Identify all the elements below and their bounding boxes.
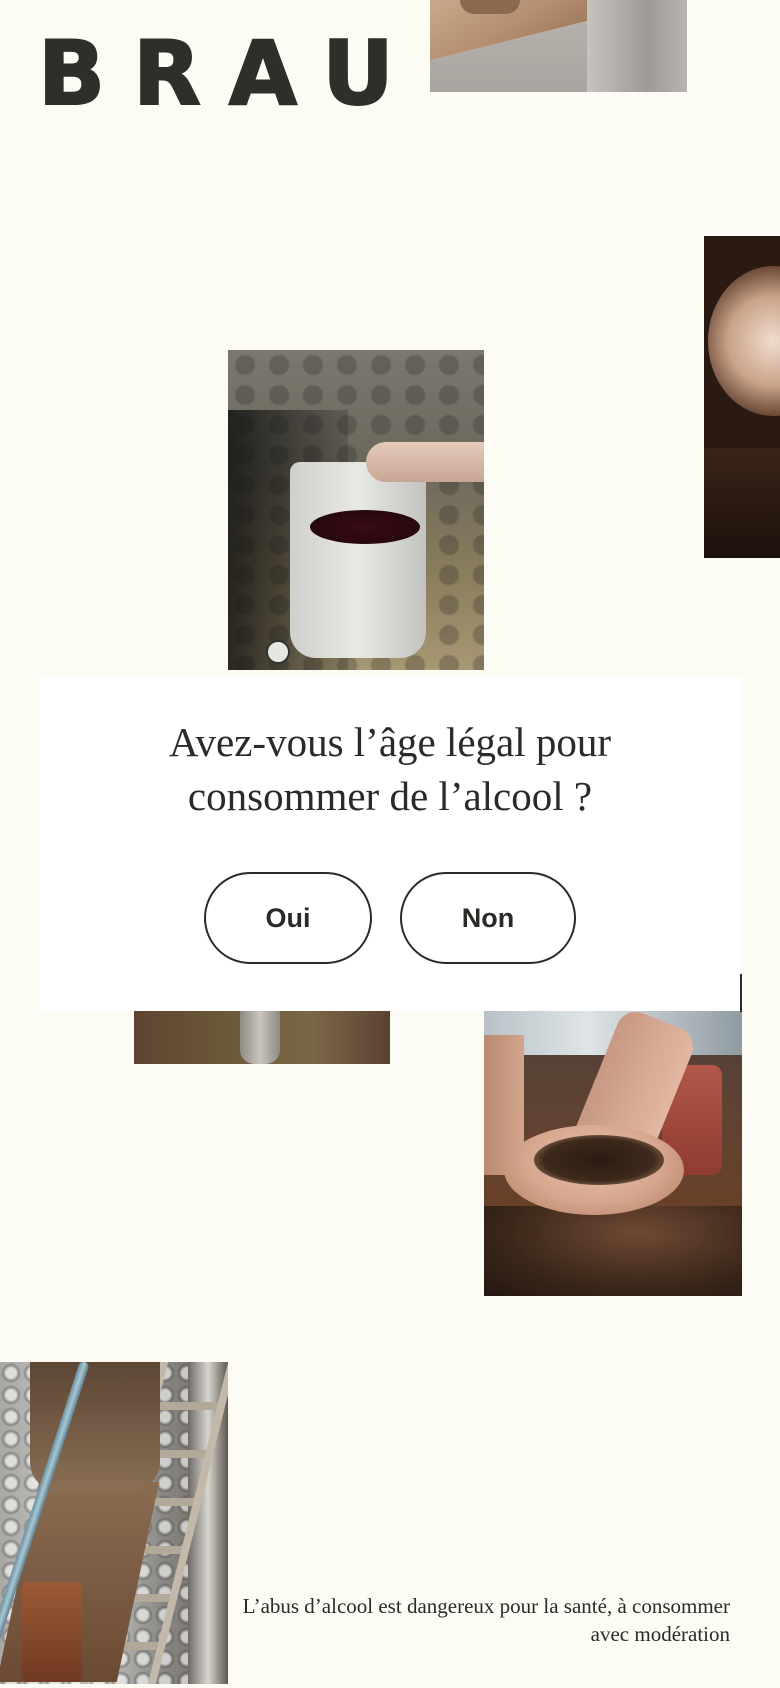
disclaimer-line-2: avec modération [590,1622,730,1646]
no-button[interactable]: Non [400,872,576,964]
gallery-photo-barrel [704,236,780,558]
age-question-line-1: Avez-vous l’âge légal pour [168,719,612,765]
age-question-title: Avez-vous l’âge légal pour consommer de … [40,715,740,823]
divider-line [740,974,742,1012]
gallery-photo-vine [134,1010,390,1064]
gallery-photo-hands-soil [484,975,742,1296]
gallery-photo-wine-jug [228,350,484,670]
brand-logo[interactable]: BRAU [37,29,422,119]
age-verification-modal: Avez-vous l’âge légal pour consommer de … [40,677,740,1011]
health-disclaimer: L’abus d’alcool est dangereux pour la sa… [190,1592,730,1648]
gallery-photo-board [430,0,687,92]
yes-button[interactable]: Oui [204,872,372,964]
age-question-line-2: consommer de l’alcool ? [187,773,593,819]
disclaimer-line-1: L’abus d’alcool est dangereux pour la sa… [242,1594,730,1618]
